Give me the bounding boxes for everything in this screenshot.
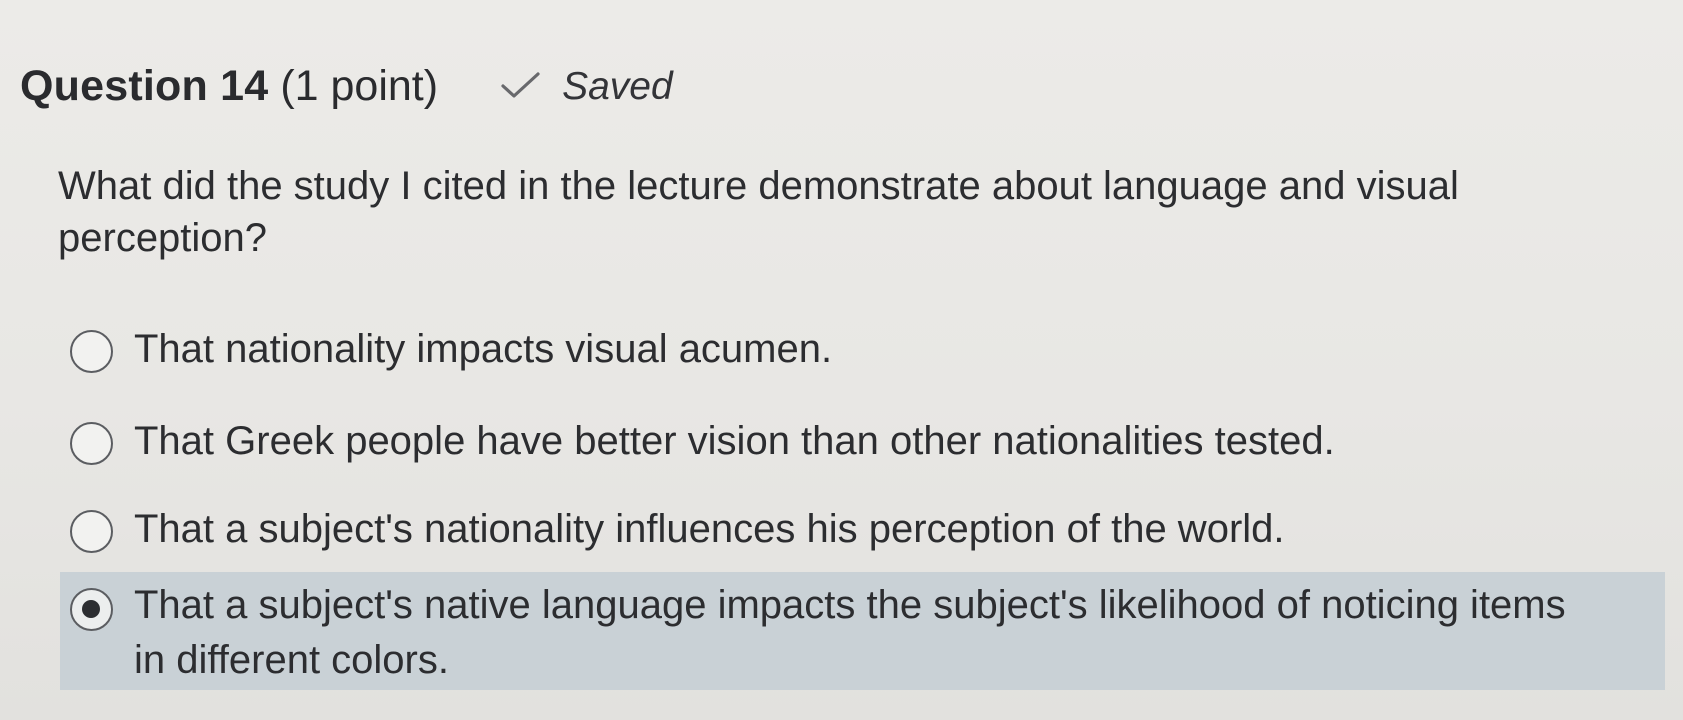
answer-option-label[interactable]: That nationality impacts visual acumen. bbox=[134, 324, 832, 374]
saved-indicator: Saved bbox=[500, 65, 673, 109]
answer-option[interactable]: That Greek people have better vision tha… bbox=[60, 419, 1670, 510]
answer-option-label[interactable]: That Greek people have better vision tha… bbox=[134, 416, 1335, 466]
question-points: (1 point) bbox=[280, 62, 439, 110]
question-prompt: What did the study I cited in the lectur… bbox=[58, 164, 1459, 260]
saved-label: Saved bbox=[562, 64, 673, 108]
radio-button[interactable] bbox=[70, 422, 113, 465]
answer-option-label[interactable]: That a subject's native language impacts… bbox=[134, 578, 1574, 688]
answer-option[interactable]: That nationality impacts visual acumen. bbox=[60, 327, 1670, 422]
answer-option[interactable]: That a subject's nationality influences … bbox=[60, 507, 1670, 572]
question-header: Question 14 (1 point) Saved bbox=[20, 62, 673, 111]
answer-options: That nationality impacts visual acumen. … bbox=[60, 327, 1670, 690]
radio-button-selected[interactable] bbox=[70, 588, 113, 631]
check-icon bbox=[500, 71, 542, 101]
quiz-page: Question 14 (1 point) Saved What did the… bbox=[0, 0, 1683, 720]
answer-option-label[interactable]: That a subject's nationality influences … bbox=[134, 504, 1285, 554]
radio-button[interactable] bbox=[70, 330, 113, 373]
answer-option-selected[interactable]: That a subject's native language impacts… bbox=[60, 572, 1665, 690]
radio-selected-dot bbox=[82, 600, 100, 618]
question-title: Question 14 bbox=[20, 62, 269, 110]
radio-button[interactable] bbox=[70, 510, 113, 553]
